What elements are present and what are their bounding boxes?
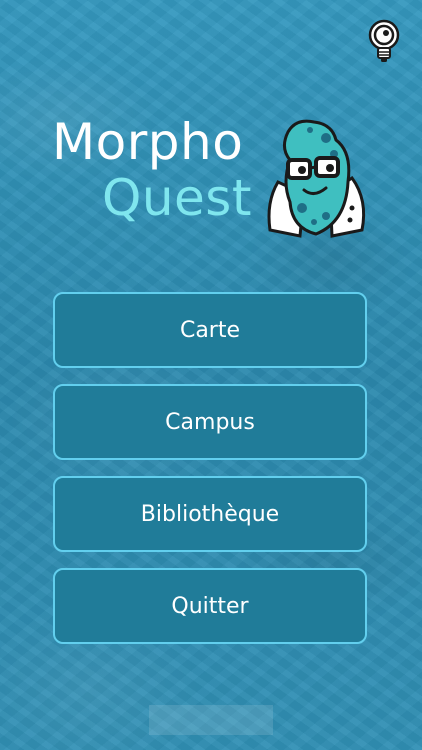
app-logo: Morpho Quest xyxy=(50,112,380,242)
bottom-banner-placeholder xyxy=(149,705,273,735)
lightbulb-icon xyxy=(368,19,400,62)
campus-button[interactable]: Campus xyxy=(53,384,367,460)
library-button[interactable]: Bibliothèque xyxy=(53,476,367,552)
hint-button[interactable] xyxy=(366,18,402,66)
quit-button[interactable]: Quitter xyxy=(53,568,367,644)
logo-title-quest: Quest xyxy=(102,169,252,227)
microbe-scientist-mascot-icon xyxy=(267,119,366,238)
map-button[interactable]: Carte xyxy=(53,292,367,368)
logo-title-morpho: Morpho xyxy=(52,113,244,171)
main-menu: Carte Campus Bibliothèque Quitter xyxy=(53,292,367,660)
